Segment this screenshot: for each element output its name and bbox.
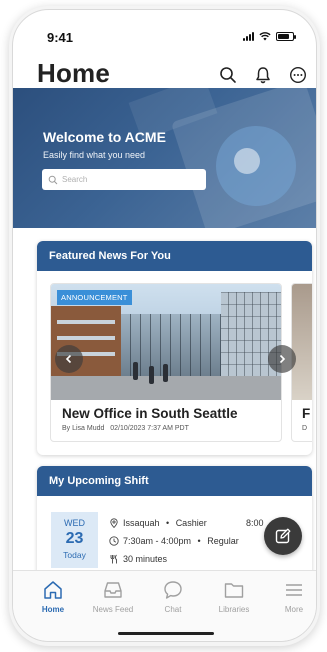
tab-home[interactable]: Home xyxy=(27,579,79,614)
tab-label: News Feed xyxy=(92,605,134,614)
status-bar: 9:41 xyxy=(13,10,316,54)
upcoming-shift-heading: My Upcoming Shift xyxy=(37,466,312,496)
chevron-right-icon xyxy=(279,354,286,364)
inbox-icon xyxy=(104,582,122,598)
location-pin-icon xyxy=(110,518,118,528)
clock-icon xyxy=(109,536,119,546)
tab-chat[interactable]: Chat xyxy=(147,579,199,614)
welcome-banner: Welcome to ACME Easily find what you nee… xyxy=(13,88,316,228)
search-bar[interactable] xyxy=(42,169,206,190)
meal-icon xyxy=(110,554,117,564)
phone-screen: 9:41 Home Welcome to ACME Easily find wh… xyxy=(12,9,317,642)
folder-icon xyxy=(224,583,244,598)
shift-day-name: WED xyxy=(64,518,85,528)
shift-break: 30 minutes xyxy=(109,554,167,564)
shift-date: WED 23 Today xyxy=(51,512,98,568)
bell-icon[interactable] xyxy=(254,66,272,84)
compose-button[interactable] xyxy=(264,517,302,555)
tab-label: Home xyxy=(41,605,65,614)
welcome-subtitle: Easily find what you need xyxy=(43,150,146,160)
news-item[interactable]: ANNOUNCEMENT New Office in South Seattle… xyxy=(50,283,282,442)
tab-libraries[interactable]: Libraries xyxy=(208,579,260,614)
shift-role: Cashier xyxy=(175,518,207,528)
shift-time-range: 7:30am - 4:00pm xyxy=(123,536,192,546)
shift-break-length: 30 minutes xyxy=(123,554,168,564)
shift-location: Issaquah • Cashier xyxy=(109,518,207,528)
tab-more[interactable]: More xyxy=(268,579,316,614)
shift-location-name: Issaquah xyxy=(123,518,160,528)
news-author: By Lisa Mudd xyxy=(62,425,105,432)
announcement-badge: ANNOUNCEMENT xyxy=(57,290,132,305)
shift-day-label: Today xyxy=(63,550,86,560)
news-meta: By Lisa Mudd 02/10/2023 7:37 AM PDT xyxy=(62,425,189,432)
status-time: 9:41 xyxy=(47,30,74,45)
news-meta: D xyxy=(302,425,308,432)
shift-time-partial: 8:00 xyxy=(246,518,264,528)
welcome-title: Welcome to ACME xyxy=(43,129,166,145)
tab-news-feed[interactable]: News Feed xyxy=(87,579,139,614)
home-icon xyxy=(44,581,62,599)
wifi-icon xyxy=(259,32,271,41)
tab-label: More xyxy=(284,605,304,614)
search-input[interactable] xyxy=(62,175,192,184)
cellular-signal-icon xyxy=(243,31,254,41)
shift-hours: 7:30am - 4:00pm • Regular xyxy=(109,536,239,546)
battery-icon xyxy=(276,31,296,41)
tab-label: Chat xyxy=(164,605,182,614)
search-icon xyxy=(48,175,58,184)
page-title: Home xyxy=(37,58,111,88)
news-title: New Office in South Seattle xyxy=(62,406,238,421)
tab-label: Libraries xyxy=(218,605,250,614)
more-icon[interactable] xyxy=(289,66,307,84)
chat-icon xyxy=(164,581,182,599)
menu-icon xyxy=(286,584,302,596)
news-title: F xyxy=(302,406,311,421)
shift-type: Regular xyxy=(207,536,239,546)
carousel-prev-button[interactable] xyxy=(55,345,83,373)
chevron-left-icon xyxy=(65,354,72,364)
news-image: ANNOUNCEMENT xyxy=(51,284,281,400)
edit-icon xyxy=(275,528,291,544)
carousel-next-button[interactable] xyxy=(268,345,296,373)
search-icon[interactable] xyxy=(219,66,237,84)
shift-day-number: 23 xyxy=(65,530,84,547)
featured-news-heading: Featured News For You xyxy=(37,241,312,271)
home-indicator xyxy=(118,632,214,635)
news-date: 02/10/2023 7:37 AM PDT xyxy=(110,425,189,432)
status-icons xyxy=(243,31,296,41)
news-image xyxy=(292,284,312,400)
featured-news-card: Featured News For You ANNOUNCEMENT New O… xyxy=(37,241,312,455)
